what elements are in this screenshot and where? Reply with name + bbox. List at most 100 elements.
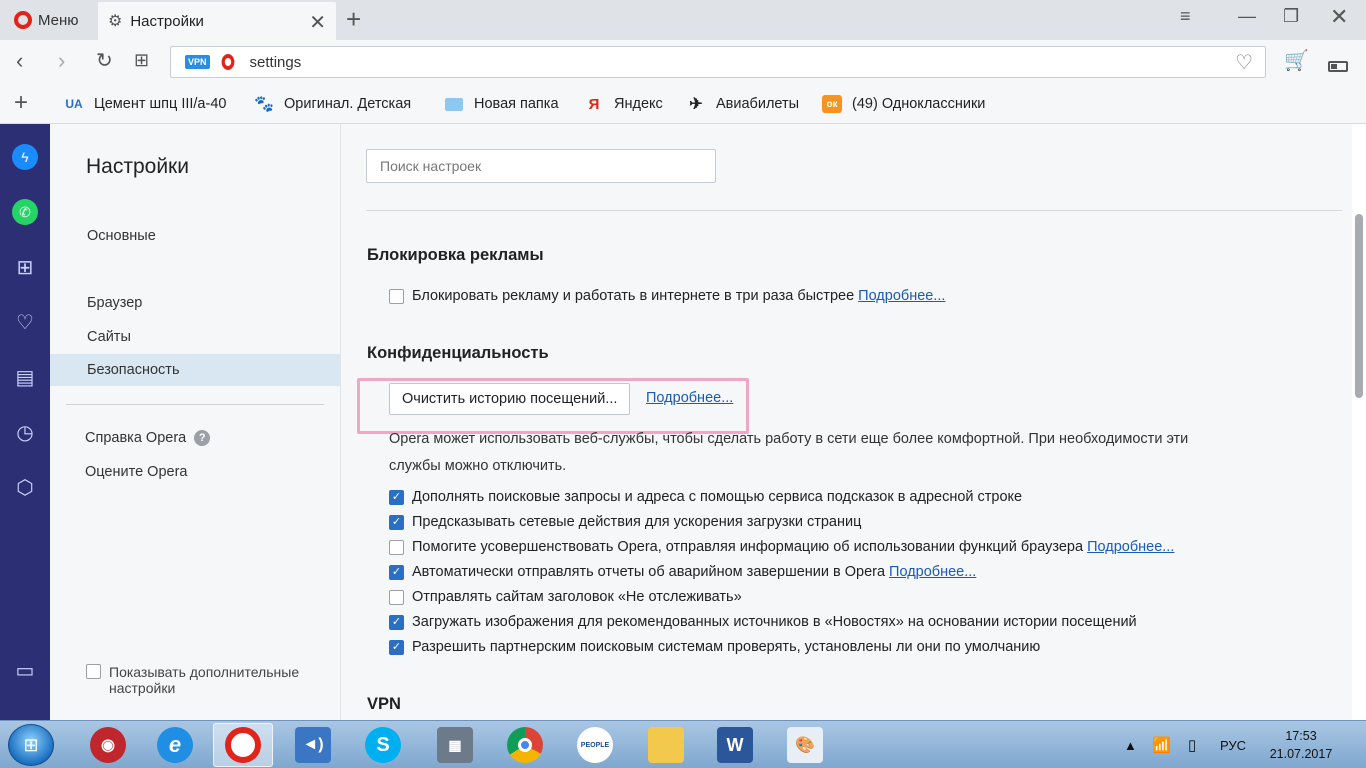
adblock-more-link[interactable]: Подробнее...: [858, 288, 945, 304]
option-label: Дополнять поисковые запросы и адреса с п…: [412, 489, 1023, 505]
taskbar-app-ie[interactable]: e: [145, 723, 205, 767]
taskbar-app-paint[interactable]: 🎨: [775, 723, 835, 767]
privacy-option[interactable]: ✓ Автоматически отправлять отчеты об ава…: [389, 564, 976, 580]
tray-show-hidden-icon[interactable]: ▲: [1124, 721, 1137, 768]
clear-history-button[interactable]: Очистить историю посещений...: [389, 383, 631, 415]
bookmark-label: Цемент шпц III/а-40: [94, 96, 227, 112]
settings-content: Поиск настроек Блокировка рекламы Блокир…: [341, 124, 1352, 720]
bookmark-label: Авиабилеты: [716, 96, 800, 112]
search-divider: [366, 210, 1342, 211]
option-checkbox[interactable]: [389, 539, 404, 555]
skype-icon: S: [365, 727, 401, 763]
bookmark-heart-icon[interactable]: ♡: [1235, 50, 1253, 75]
opera-menu-button[interactable]: Меню: [0, 0, 96, 40]
option-more-link[interactable]: Подробнее...: [889, 564, 976, 580]
phone-battery-icon[interactable]: ▯: [1188, 721, 1196, 768]
tab-title: Настройки: [130, 12, 204, 30]
taskbar-app-explorer[interactable]: [636, 723, 696, 767]
taskbar-app-daemon[interactable]: ◉: [78, 723, 138, 767]
nav-item-security[interactable]: Безопасность: [50, 354, 340, 386]
option-checkbox[interactable]: ✓: [389, 614, 404, 630]
clear-history-more-link[interactable]: Подробнее...: [646, 390, 733, 406]
privacy-option[interactable]: ✓ Загружать изображения для рекомендован…: [389, 614, 1137, 630]
taskbar-app-volume[interactable]: ◄): [283, 723, 343, 767]
url-text[interactable]: settings: [250, 54, 302, 71]
cart-icon[interactable]: 🛒: [1284, 48, 1309, 73]
adblock-label: Блокировать рекламу и работать в интерне…: [412, 288, 855, 304]
settings-search-input[interactable]: Поиск настроек: [366, 149, 716, 183]
privacy-option[interactable]: Помогите усовершенствовать Opera, отправ…: [389, 539, 1174, 555]
daemon-tools-icon: ◉: [90, 727, 126, 763]
add-bookmark-icon[interactable]: +: [14, 89, 28, 117]
bookmark-item[interactable]: 🐾 Оригинал. Детская: [254, 95, 411, 113]
bookmark-item[interactable]: Новая папка: [444, 95, 559, 113]
option-checkbox[interactable]: [389, 589, 404, 605]
messenger-icon[interactable]: ϟ: [12, 144, 38, 170]
extensions-cube-icon[interactable]: ⬡: [12, 474, 38, 500]
option-more-link[interactable]: Подробнее...: [1087, 539, 1174, 555]
close-window-icon[interactable]: ✕: [1330, 4, 1348, 30]
nav-item-browser[interactable]: Браузер: [50, 287, 340, 319]
opera-page-icon: [221, 54, 234, 70]
vpn-badge[interactable]: VPN: [185, 55, 210, 69]
advanced-checkbox[interactable]: [86, 664, 101, 679]
privacy-option[interactable]: ✓ Дополнять поисковые запросы и адреса с…: [389, 489, 1022, 505]
bookmark-item[interactable]: ✈ Авиабилеты: [686, 95, 799, 113]
restore-icon[interactable]: ❐: [1283, 6, 1299, 27]
option-label: Предсказывать сетевые действия для ускор…: [412, 514, 862, 530]
news-icon[interactable]: ▤: [12, 364, 38, 390]
new-tab-button[interactable]: +: [346, 4, 361, 35]
option-checkbox[interactable]: ✓: [389, 564, 404, 580]
option-checkbox[interactable]: ✓: [389, 489, 404, 505]
back-icon[interactable]: ‹: [16, 48, 23, 74]
privacy-option[interactable]: Отправлять сайтам заголовок «Не отслежив…: [389, 589, 742, 605]
option-label: Автоматически отправлять отчеты об авари…: [412, 564, 886, 580]
taskbar-app-opera[interactable]: [213, 723, 273, 767]
settings-navigation: Настройки Основные Браузер Сайты Безопас…: [50, 124, 341, 720]
taskbar-app-word[interactable]: W: [705, 723, 765, 767]
option-checkbox[interactable]: ✓: [389, 514, 404, 530]
speed-dial-icon[interactable]: ⊞: [134, 50, 149, 71]
privacy-option[interactable]: ✓ Разрешить партнерским поисковым систем…: [389, 639, 1040, 655]
close-tab-icon[interactable]: ✕: [309, 10, 326, 35]
bookmark-label: Яндекс: [614, 96, 663, 112]
taskbar-app-peoplenet[interactable]: PEOPLE: [565, 723, 625, 767]
nav-item-basic[interactable]: Основные: [50, 220, 340, 252]
system-clock[interactable]: 17:53 21.07.2017: [1262, 727, 1340, 763]
page-scrollbar[interactable]: [1355, 214, 1363, 398]
bookmarks-heart-icon[interactable]: ♡: [12, 309, 38, 335]
bookmark-item[interactable]: ок (49) Одноклассники: [822, 95, 985, 113]
privacy-option[interactable]: ✓ Предсказывать сетевые действия для уск…: [389, 514, 861, 530]
whatsapp-icon[interactable]: ✆: [12, 199, 38, 225]
rate-opera-link[interactable]: Оцените Opera: [50, 456, 340, 488]
taskbar-app-chrome[interactable]: [495, 723, 555, 767]
taskbar-app-calculator[interactable]: ▦: [425, 723, 485, 767]
start-button[interactable]: ⊞: [8, 724, 54, 766]
adblock-option[interactable]: Блокировать рекламу и работать в интерне…: [389, 288, 945, 304]
forward-icon[interactable]: ›: [58, 48, 65, 74]
internet-explorer-icon: e: [157, 727, 193, 763]
yandex-icon: Я: [588, 95, 600, 113]
bookmark-label: Новая папка: [474, 96, 559, 112]
history-clock-icon[interactable]: ◷: [12, 419, 38, 445]
tab-menu-icon[interactable]: ≡: [1180, 6, 1191, 27]
signal-icon[interactable]: 📶: [1152, 721, 1171, 768]
speed-dial-sidebar-icon[interactable]: ⊞: [12, 254, 38, 280]
help-opera-link[interactable]: Справка Opera ?: [50, 422, 340, 454]
address-bar[interactable]: VPN settings ♡: [170, 46, 1266, 78]
minimize-icon[interactable]: —: [1238, 6, 1256, 27]
taskbar-app-skype[interactable]: S: [353, 723, 413, 767]
tab-settings[interactable]: ⚙ Настройки ✕: [98, 2, 336, 40]
show-advanced-settings[interactable]: Показывать дополнительные настройки: [86, 664, 319, 696]
folder-icon: [444, 95, 464, 113]
adblock-checkbox[interactable]: [389, 288, 404, 304]
bookmark-item[interactable]: UA Цемент шпц III/а-40: [64, 95, 226, 113]
bookmark-item[interactable]: Я Яндекс: [584, 95, 663, 113]
battery-icon[interactable]: [1328, 52, 1348, 78]
reload-icon[interactable]: ↻: [96, 48, 113, 73]
option-checkbox[interactable]: ✓: [389, 639, 404, 655]
language-indicator[interactable]: РУС: [1220, 721, 1246, 768]
bookmarks-bar: + UA Цемент шпц III/а-40 🐾 Оригинал. Дет…: [0, 84, 1366, 124]
nav-item-sites[interactable]: Сайты: [50, 321, 340, 353]
toggle-sidebar-icon[interactable]: ▭: [12, 657, 38, 683]
